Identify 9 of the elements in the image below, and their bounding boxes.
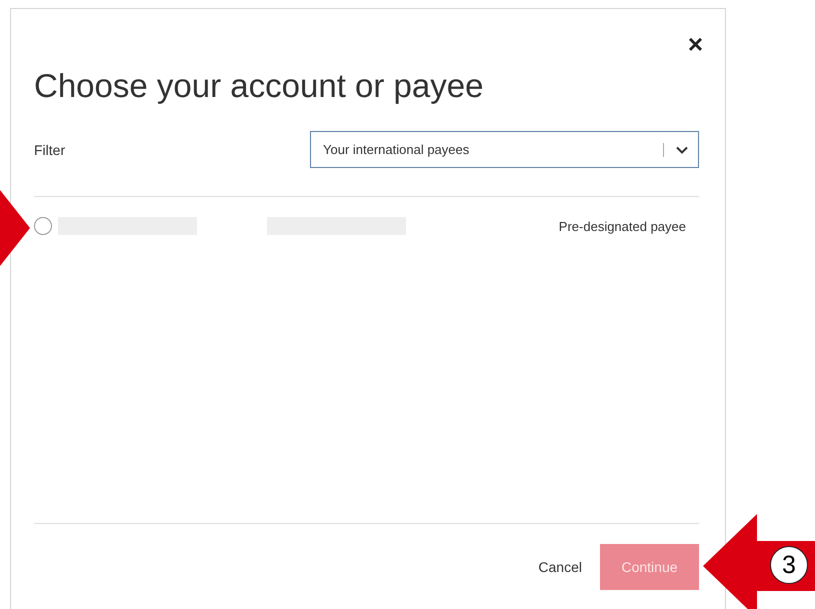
filter-dropdown[interactable]: Your international payees <box>310 131 699 168</box>
cancel-button[interactable]: Cancel <box>538 559 582 575</box>
radio-button[interactable] <box>34 217 52 235</box>
close-button[interactable]: × <box>688 33 703 55</box>
dialog-title: Choose your account or payee <box>34 67 484 105</box>
filter-label: Filter <box>34 142 66 158</box>
arrow-right-icon <box>0 190 30 266</box>
chevron-down-icon <box>676 146 688 154</box>
payee-type-label: Pre-designated payee <box>558 218 686 234</box>
